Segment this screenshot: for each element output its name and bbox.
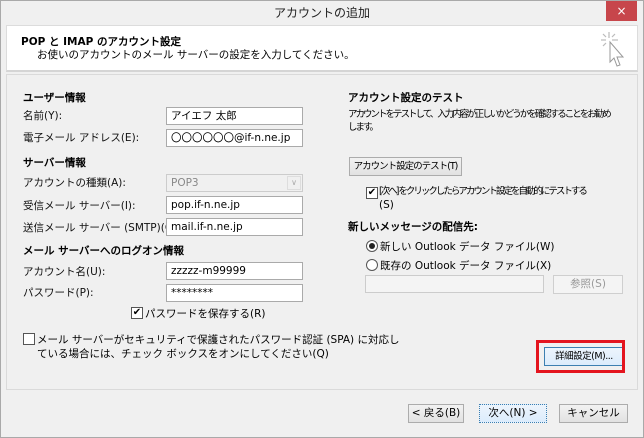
auto-test-checkbox[interactable]: ✔ bbox=[366, 187, 378, 199]
email-label: 電子メール アドレス(E): bbox=[23, 132, 140, 144]
data-file-path-input[interactable] bbox=[365, 275, 544, 293]
auto-test-label-line1[interactable]: [次へ] をクリックしたらアカウント設定を自動的にテストする bbox=[379, 186, 588, 198]
window-title: アカウントの追加 bbox=[273, 6, 370, 20]
password-input[interactable]: ******** bbox=[166, 284, 303, 302]
next-button[interactable]: 次へ(N) > bbox=[479, 404, 547, 423]
cancel-button[interactable]: キャンセル bbox=[559, 404, 628, 423]
logon-heading: メール サーバーへのログオン情報 bbox=[23, 245, 185, 257]
account-type-label: アカウントの種類(A): bbox=[23, 177, 126, 189]
browse-button[interactable]: 参照(S) bbox=[553, 275, 623, 294]
server-info-heading: サーバー情報 bbox=[23, 157, 86, 169]
spa-label-line2[interactable]: ている場合には、チェック ボックスをオンにしてください(Q) bbox=[37, 346, 329, 361]
incoming-server-label: 受信メール サーバー(I): bbox=[23, 200, 136, 212]
new-data-file-label[interactable]: 新しい Outlook データ ファイル(W) bbox=[380, 239, 554, 254]
save-password-label[interactable]: パスワードを保存する(R) bbox=[145, 306, 266, 321]
close-button[interactable]: × bbox=[606, 1, 637, 21]
test-description-line1: アカウントをテストして、入力内容が正しいかどうかを確認することをお勧め bbox=[348, 109, 612, 120]
account-name-label: アカウント名(U): bbox=[23, 266, 106, 278]
save-password-checkbox[interactable]: ✔ bbox=[131, 307, 143, 319]
test-heading: アカウント設定のテスト bbox=[348, 92, 464, 104]
auto-test-label-line2[interactable]: (S) bbox=[379, 199, 394, 211]
existing-data-file-label[interactable]: 既存の Outlook データ ファイル(X) bbox=[380, 258, 551, 273]
header-banner: POP と IMAP のアカウント設定 お使いのアカウントのメール サーバーの設… bbox=[6, 25, 638, 72]
password-label: パスワード(P): bbox=[23, 287, 94, 299]
existing-data-file-radio[interactable] bbox=[366, 259, 378, 271]
incoming-server-input[interactable]: pop.if-n.ne.jp bbox=[166, 196, 303, 214]
test-description-line2: します。 bbox=[348, 122, 379, 133]
delivery-heading: 新しいメッセージの配信先: bbox=[348, 221, 478, 233]
title-bar: アカウントの追加 bbox=[1, 1, 643, 25]
account-name-input[interactable]: zzzzz-m99999 bbox=[166, 262, 303, 280]
email-input[interactable]: 〇〇〇〇〇〇@if-n.ne.jp bbox=[166, 129, 303, 147]
spa-checkbox[interactable] bbox=[23, 333, 35, 345]
highlight-box bbox=[536, 340, 625, 373]
account-type-value: POP3 bbox=[171, 177, 199, 189]
test-account-button[interactable]: アカウント設定のテスト(T) bbox=[349, 157, 462, 176]
spa-label-line1[interactable]: メール サーバーがセキュリティで保護されたパスワード認証 (SPA) に対応し bbox=[37, 332, 399, 347]
back-button[interactable]: < 戻る(B) bbox=[408, 404, 464, 423]
chevron-down-icon: ∨ bbox=[287, 176, 301, 190]
cursor-sparkle-icon bbox=[601, 32, 625, 67]
outgoing-server-label: 送信メール サーバー (SMTP)(O): bbox=[23, 222, 181, 234]
outgoing-server-input[interactable]: mail.if-n.ne.jp bbox=[166, 218, 303, 236]
name-input[interactable]: アイエフ 太郎 bbox=[166, 107, 303, 125]
name-label: 名前(Y): bbox=[23, 110, 63, 122]
account-type-select[interactable]: POP3 ∨ bbox=[166, 174, 303, 192]
add-account-dialog: アカウントの追加 × POP と IMAP のアカウント設定 お使いのアカウント… bbox=[0, 0, 644, 438]
new-data-file-radio[interactable] bbox=[366, 240, 378, 252]
header-subtitle: お使いのアカウントのメール サーバーの設定を入力してください。 bbox=[37, 49, 355, 61]
user-info-heading: ユーザー情報 bbox=[23, 92, 86, 104]
